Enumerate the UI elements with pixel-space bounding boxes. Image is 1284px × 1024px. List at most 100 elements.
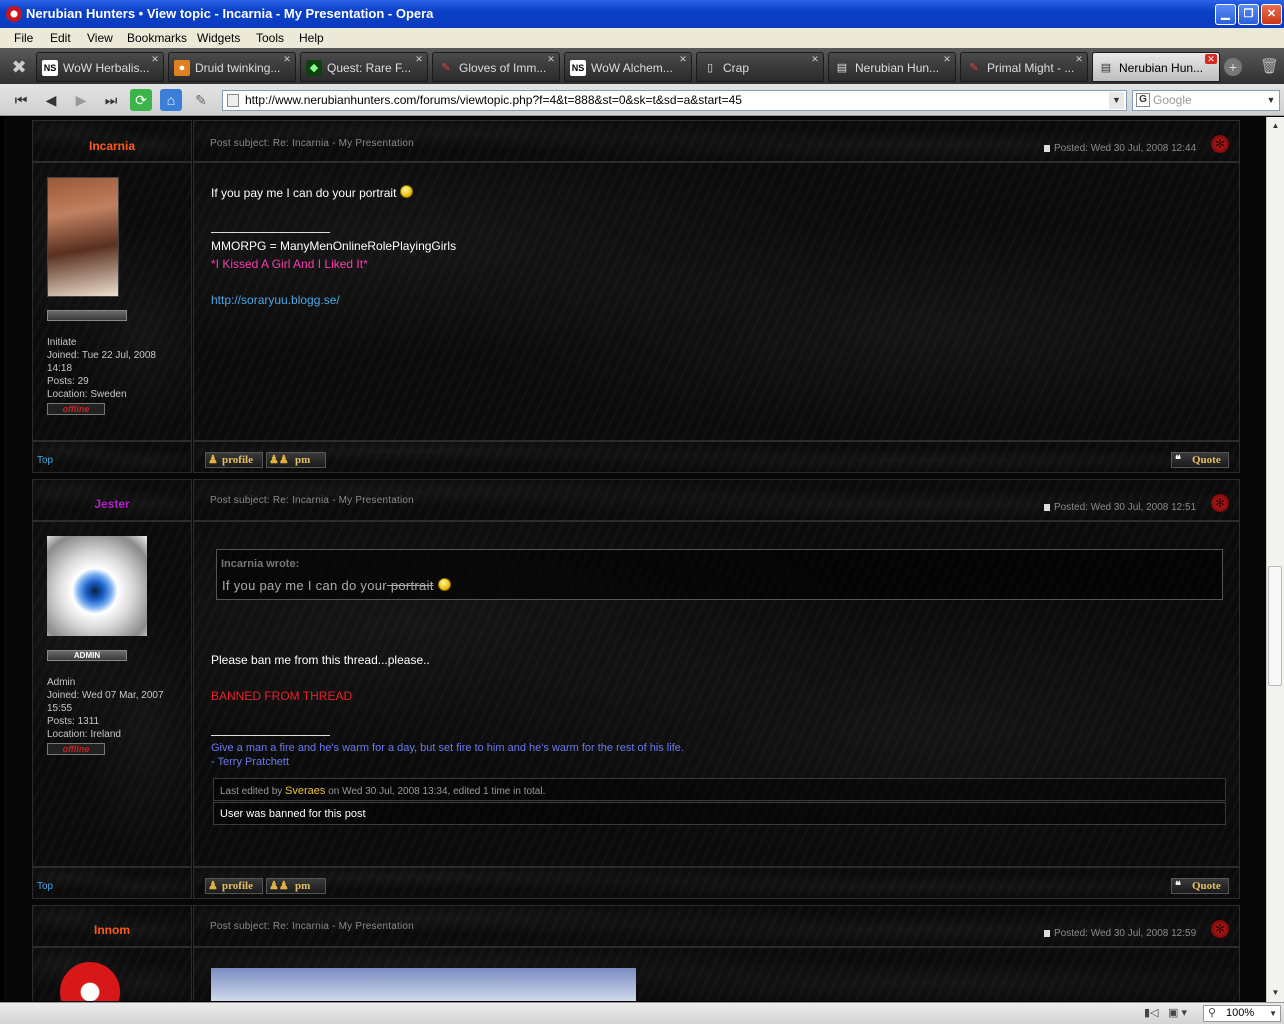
edit-notice: Last edited by Sveraes on Wed 30 Jul, 20… <box>213 778 1226 801</box>
profile-button[interactable]: ♟ profile <box>205 452 263 468</box>
top-link[interactable]: Top <box>37 455 53 466</box>
post-body <box>193 947 1240 1001</box>
back-arrow-icon[interactable]: ◀ <box>40 89 62 111</box>
signature-line: MMORPG = ManyMenOnlineRolePlayingGirls <box>211 239 457 253</box>
tab-druid-twinking[interactable]: ● Druid twinking... ✕ <box>168 52 296 82</box>
post-author-name[interactable]: Innom <box>33 923 191 937</box>
tab-close-icon[interactable]: ✕ <box>281 54 293 64</box>
post-text: If you pay me I can do your portrait <box>211 185 413 200</box>
post-subject: Post subject: Re: Incarnia - My Presenta… <box>210 921 414 932</box>
menu-file[interactable]: File <box>14 31 33 45</box>
scrollbar-thumb[interactable] <box>1268 566 1282 686</box>
reload-icon[interactable]: ⟳ <box>130 89 152 111</box>
post-text: Please ban me from this thread...please.… <box>211 653 430 667</box>
user-avatar <box>51 962 129 1001</box>
tools-wrench-icon[interactable]: ✖ <box>8 56 30 78</box>
tab-close-icon[interactable]: ✕ <box>545 54 557 64</box>
vertical-scrollbar[interactable]: ▲ ▼ <box>1266 117 1284 1002</box>
home-icon[interactable]: ⌂ <box>160 89 182 111</box>
close-window-button[interactable]: ✕ <box>1261 4 1282 25</box>
address-input[interactable]: http://www.nerubianhunters.com/forums/vi… <box>222 90 1127 111</box>
status-bar: ▮◁ ▣ ▾ ⚲ 100% ▼ <box>0 1002 1284 1024</box>
guild-emblem-icon: ✻ <box>1211 494 1229 512</box>
tab-close-icon[interactable]: ✕ <box>1073 54 1085 64</box>
quote-button[interactable]: ❝ Quote <box>1171 878 1229 894</box>
menu-help[interactable]: Help <box>299 31 324 45</box>
address-dropdown-icon[interactable]: ▼ <box>1109 92 1124 109</box>
tab-favicon-icon: ◆ <box>306 60 322 76</box>
user-posts: Posts: 1311 <box>47 716 100 727</box>
menu-widgets[interactable]: Widgets <box>197 31 240 45</box>
quote-button[interactable]: ❝ Quote <box>1171 452 1229 468</box>
search-input[interactable]: G Google ▼ <box>1132 90 1280 111</box>
post-author-cell: Innom <box>32 905 192 947</box>
signature-quote: Give a man a fire and he's warm for a da… <box>211 742 684 754</box>
edit-info: Last edited by Sveraes on Wed 30 Jul, 20… <box>220 785 546 797</box>
user-joined: Joined: Wed 07 Mar, 2007 <box>47 690 164 701</box>
tab-favicon-icon: ● <box>174 60 190 76</box>
menu-view[interactable]: View <box>87 31 113 45</box>
tab-primal-might[interactable]: ✎ Primal Might - ... ✕ <box>960 52 1088 82</box>
menu-bookmarks[interactable]: Bookmarks <box>127 31 187 45</box>
post-subject: Post subject: Re: Incarnia - My Presenta… <box>210 495 414 506</box>
menu-edit[interactable]: Edit <box>50 31 71 45</box>
images-toggle-icon[interactable]: ▣ ▾ <box>1168 1006 1196 1021</box>
scroll-up-icon[interactable]: ▲ <box>1269 119 1282 133</box>
tab-gloves[interactable]: ✎ Gloves of Imm... ✕ <box>432 52 560 82</box>
edit-reason-box: User was banned for this post <box>213 802 1226 825</box>
new-tab-plus-icon[interactable]: + <box>1224 58 1242 76</box>
tab-close-icon[interactable]: ✕ <box>809 54 821 64</box>
trash-icon[interactable]: 🗑 <box>1260 57 1279 77</box>
tab-crap[interactable]: ▯ Crap ✕ <box>696 52 824 82</box>
pm-button[interactable]: ♟♟ pm <box>266 452 326 468</box>
tab-close-icon[interactable]: ✕ <box>1205 54 1217 64</box>
tab-nerubian-active[interactable]: ▤ Nerubian Hun... ✕ <box>1092 52 1220 82</box>
panel-toggle-icon[interactable]: ▮◁ <box>1144 1006 1160 1021</box>
search-dropdown-icon[interactable]: ▼ <box>1265 92 1277 109</box>
tab-quest-rare[interactable]: ◆ Quest: Rare F... ✕ <box>300 52 428 82</box>
profile-button[interactable]: ♟ profile <box>205 878 263 894</box>
post-footer-left: Top <box>32 867 192 899</box>
post-author-name[interactable]: Jester <box>33 497 191 511</box>
post-icon <box>1044 930 1050 937</box>
pm-button[interactable]: ♟♟ pm <box>266 878 326 894</box>
navigation-bar: ⏮ ◀ ▶ ⏭ ⟳ ⌂ ✎ http://www.nerubianhunters… <box>0 84 1284 116</box>
signature-link[interactable]: http://soraryuu.blogg.se/ <box>211 293 340 307</box>
signature-line: *I Kissed A Girl And I Liked It* <box>211 257 368 271</box>
menu-bar: File Edit View Bookmarks Widgets Tools H… <box>0 28 1284 48</box>
zoom-control[interactable]: ⚲ 100% ▼ <box>1203 1005 1281 1022</box>
tab-close-icon[interactable]: ✕ <box>677 54 689 64</box>
tab-close-icon[interactable]: ✕ <box>149 54 161 64</box>
opera-logo-icon <box>6 6 22 22</box>
rewind-icon[interactable]: ⏮ <box>10 89 32 111</box>
tab-close-icon[interactable]: ✕ <box>941 54 953 64</box>
forward-arrow-icon[interactable]: ▶ <box>70 89 92 111</box>
tab-nerubian-1[interactable]: ▤ Nerubian Hun... ✕ <box>828 52 956 82</box>
tab-close-icon[interactable]: ✕ <box>413 54 425 64</box>
post-author-name[interactable]: Incarnia <box>33 139 191 153</box>
minimize-button[interactable]: ▁ <box>1215 4 1236 25</box>
zoom-dropdown-icon[interactable]: ▼ <box>1269 1006 1277 1021</box>
post-date: Posted: Wed 30 Jul, 2008 12:44 <box>1054 143 1197 154</box>
post-header: Post subject: Re: Incarnia - My Presenta… <box>193 479 1240 521</box>
menu-tools[interactable]: Tools <box>256 31 284 45</box>
edit-pen-icon[interactable]: ✎ <box>190 89 212 111</box>
top-link[interactable]: Top <box>37 881 53 892</box>
tab-favicon-icon: ▯ <box>706 62 714 74</box>
scroll-down-icon[interactable]: ▼ <box>1269 986 1282 1000</box>
tab-wow-herbalism[interactable]: NS WoW Herbalis... ✕ <box>36 52 164 82</box>
tab-favicon-icon: ▤ <box>836 62 848 74</box>
user-avatar <box>47 177 119 297</box>
guild-emblem-icon: ✻ <box>1211 135 1229 153</box>
user-rank: Initiate <box>47 337 77 348</box>
post-icon <box>1044 504 1050 511</box>
tab-favicon-icon: NS <box>42 60 58 76</box>
tab-wow-alchemy[interactable]: NS WoW Alchem... ✕ <box>564 52 692 82</box>
fast-forward-icon[interactable]: ⏭ <box>100 89 122 111</box>
user-location: Location: Sweden <box>47 389 127 400</box>
user-joined: Joined: Tue 22 Jul, 2008 <box>47 350 156 361</box>
post-image <box>211 968 636 1001</box>
edit-user-link[interactable]: Sveraes <box>285 785 325 797</box>
tab-favicon-icon: ✎ <box>969 62 979 74</box>
maximize-button[interactable]: ❐ <box>1238 4 1259 25</box>
